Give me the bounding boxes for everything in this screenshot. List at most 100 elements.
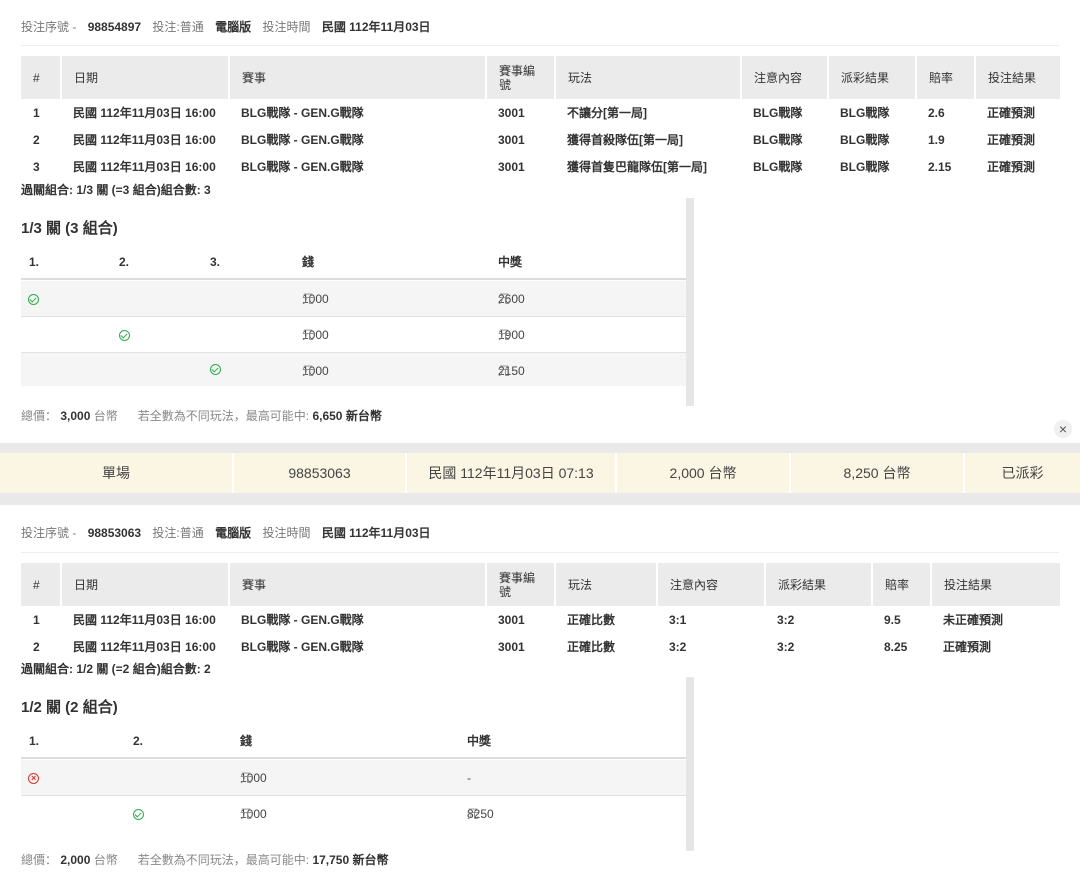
- table-cell: BLG戰隊: [840, 133, 890, 147]
- col-header: #: [21, 563, 62, 606]
- table-cell: 3:2: [777, 612, 795, 627]
- bet-details-table: # 日期 賽事 賽事編號 玩法 注意內容 派彩結果 賠率 投注結果 1 民國 11…: [21, 563, 1060, 660]
- col-header: 賠率: [872, 563, 932, 606]
- serial-cell: 98853063: [234, 453, 407, 493]
- unit: 元: [302, 292, 315, 306]
- unit: 元: [498, 364, 511, 378]
- total-label: 總價：: [21, 853, 58, 867]
- close-icon[interactable]: ×: [1054, 420, 1072, 438]
- combo-col-header: 2.: [119, 255, 130, 269]
- table-cell: 獲得首殺隊伍[第一局]: [567, 133, 683, 147]
- bet-details-table: # 日期 賽事 賽事編號 玩法 注意內容 派彩結果 賠率 投注結果 1 民國 11…: [21, 56, 1060, 180]
- table-cell: 民國 112年11月03日 16:00: [73, 160, 216, 174]
- col-header: 玩法: [555, 563, 658, 606]
- bet-type: 投注:普通: [152, 526, 204, 540]
- table-cell: BLG戰隊 - GEN.G戰隊: [241, 106, 364, 120]
- check-circle-icon: [210, 364, 221, 375]
- total-line: 總價： 3,000 台幣 若全數為不同玩法，最高可能中: 6,650 新台幣: [21, 407, 382, 424]
- table-cell: 3001: [498, 159, 525, 174]
- table-cell: 3001: [498, 639, 525, 654]
- table-cell: 1: [33, 105, 40, 120]
- combo-summary: 過關組合: 1/2 關 (=2 組合)組合數: 2: [21, 662, 211, 676]
- unit: 元: [498, 328, 511, 342]
- col-header: 投注結果: [975, 56, 1060, 99]
- table-cell: BLG戰隊 - GEN.G戰隊: [241, 160, 364, 174]
- bet-detail-panel-1: 投注序號 - 98854897 投注:普通 電腦版 投注時間 民國 112年11…: [0, 0, 1080, 443]
- combo-title: 1/2 關 (2 組合): [21, 699, 118, 716]
- unit: 元: [498, 292, 511, 306]
- serial-number: 98853063: [87, 526, 142, 540]
- unit: 元: [240, 771, 253, 785]
- bet-detail-panel-2: 投注序號 - 98853063 投注:普通 電腦版 投注時間 民國 112年11…: [0, 505, 1080, 873]
- total-unit: 台幣: [93, 409, 118, 423]
- bet-header: 投注序號 - 98853063 投注:普通 電腦版 投注時間 民國 112年11…: [21, 524, 431, 541]
- table-header-row: # 日期 賽事 賽事編號 玩法 注意內容 派彩結果 賠率 投注結果: [21, 56, 1060, 99]
- col-header: 派彩結果: [828, 56, 917, 99]
- col-header: 賽事編號: [486, 563, 556, 606]
- table-cell: BLG戰隊: [840, 160, 890, 174]
- table-cell: 9.5: [884, 612, 901, 627]
- table-cell: 2: [33, 639, 40, 654]
- combo-box: 1/3 關 (3 組合) 1. 2. 3. 錢 中獎 1000 元 2600 元 1…: [21, 198, 694, 406]
- time-label: 投注時間: [262, 20, 311, 34]
- col-header: 玩法: [555, 56, 742, 99]
- table-cell: 2.6: [928, 105, 945, 120]
- combo-summary: 過關組合: 1/3 關 (=3 組合)組合數: 3: [21, 183, 211, 197]
- check-circle-icon: [133, 809, 144, 820]
- table-cell: 民國 112年11月03日 16:00: [73, 106, 216, 120]
- table-cell: 3001: [498, 105, 525, 120]
- table-cell: 正確預測: [987, 133, 1036, 147]
- cross-circle-icon: ×: [28, 773, 39, 784]
- table-cell: 不讓分[第一局]: [567, 106, 647, 120]
- table-cell: 正確預測: [987, 106, 1036, 120]
- table-cell: 正確比數: [567, 640, 616, 654]
- table-cell: 3001: [498, 132, 525, 147]
- max-win-value: 17,750 新台幣: [312, 853, 389, 867]
- total-value: 2,000: [60, 853, 91, 867]
- max-win-note: 若全數為不同玩法，最高可能中:: [137, 409, 310, 423]
- table-cell: 3001: [498, 612, 525, 627]
- win-value: -: [467, 771, 471, 785]
- payout-cell: 8,250 台幣: [791, 453, 965, 493]
- table-cell: BLG戰隊 - GEN.G戰隊: [241, 613, 364, 627]
- table-row: 2 民國 112年11月03日 16:00 BLG戰隊 - GEN.G戰隊 3001 獲…: [21, 126, 1060, 153]
- unit: 元: [302, 328, 315, 342]
- scrollbar[interactable]: [686, 677, 694, 851]
- combo-row: 1000 元 8250 元: [21, 796, 686, 832]
- divider: [21, 45, 1059, 46]
- scrollbar[interactable]: [686, 198, 694, 406]
- time-cell: 民國 112年11月03日 07:13: [407, 453, 617, 493]
- combo-col-header: 1.: [29, 255, 40, 269]
- unit: 元: [467, 807, 480, 821]
- platform: 電腦版: [215, 20, 252, 34]
- table-cell: BLG戰隊: [753, 106, 803, 120]
- col-header: 投注結果: [931, 563, 1060, 606]
- serial-number: 98854897: [87, 20, 142, 34]
- combo-row: 1000 元 2150 元: [21, 353, 686, 386]
- bet-type-cell: 單場: [0, 453, 234, 493]
- table-cell: 民國 112年11月03日 16:00: [73, 640, 216, 654]
- table-cell: 正確比數: [567, 613, 616, 627]
- table-cell: 正確預測: [943, 640, 992, 654]
- separator: [0, 443, 1080, 453]
- bet-summary-row[interactable]: 單場 98853063 民國 112年11月03日 07:13 2,000 台幣…: [0, 453, 1080, 493]
- total-value: 3,000: [60, 409, 91, 423]
- table-cell: 8.25: [884, 639, 908, 654]
- platform: 電腦版: [215, 526, 252, 540]
- col-header: 賽事編號: [486, 56, 556, 99]
- col-header: 賽事: [229, 56, 487, 99]
- combo-title: 1/3 關 (3 組合): [21, 220, 118, 237]
- table-cell: 2: [33, 132, 40, 147]
- table-cell: BLG戰隊: [753, 160, 803, 174]
- total-line: 總價： 2,000 台幣 若全數為不同玩法，最高可能中: 17,750 新台幣: [21, 851, 389, 868]
- table-cell: 3: [33, 159, 40, 174]
- table-cell: 未正確預測: [943, 613, 1004, 627]
- col-header: 賠率: [916, 56, 976, 99]
- combo-col-header: 3.: [210, 255, 221, 269]
- table-cell: 3:2: [777, 639, 795, 654]
- table-cell: 3:2: [669, 639, 687, 654]
- col-header: #: [21, 56, 62, 99]
- col-header: 賽事: [229, 563, 487, 606]
- status-cell: 已派彩: [1001, 465, 1044, 481]
- combo-header-row: 1. 2. 錢 中獎: [21, 723, 686, 759]
